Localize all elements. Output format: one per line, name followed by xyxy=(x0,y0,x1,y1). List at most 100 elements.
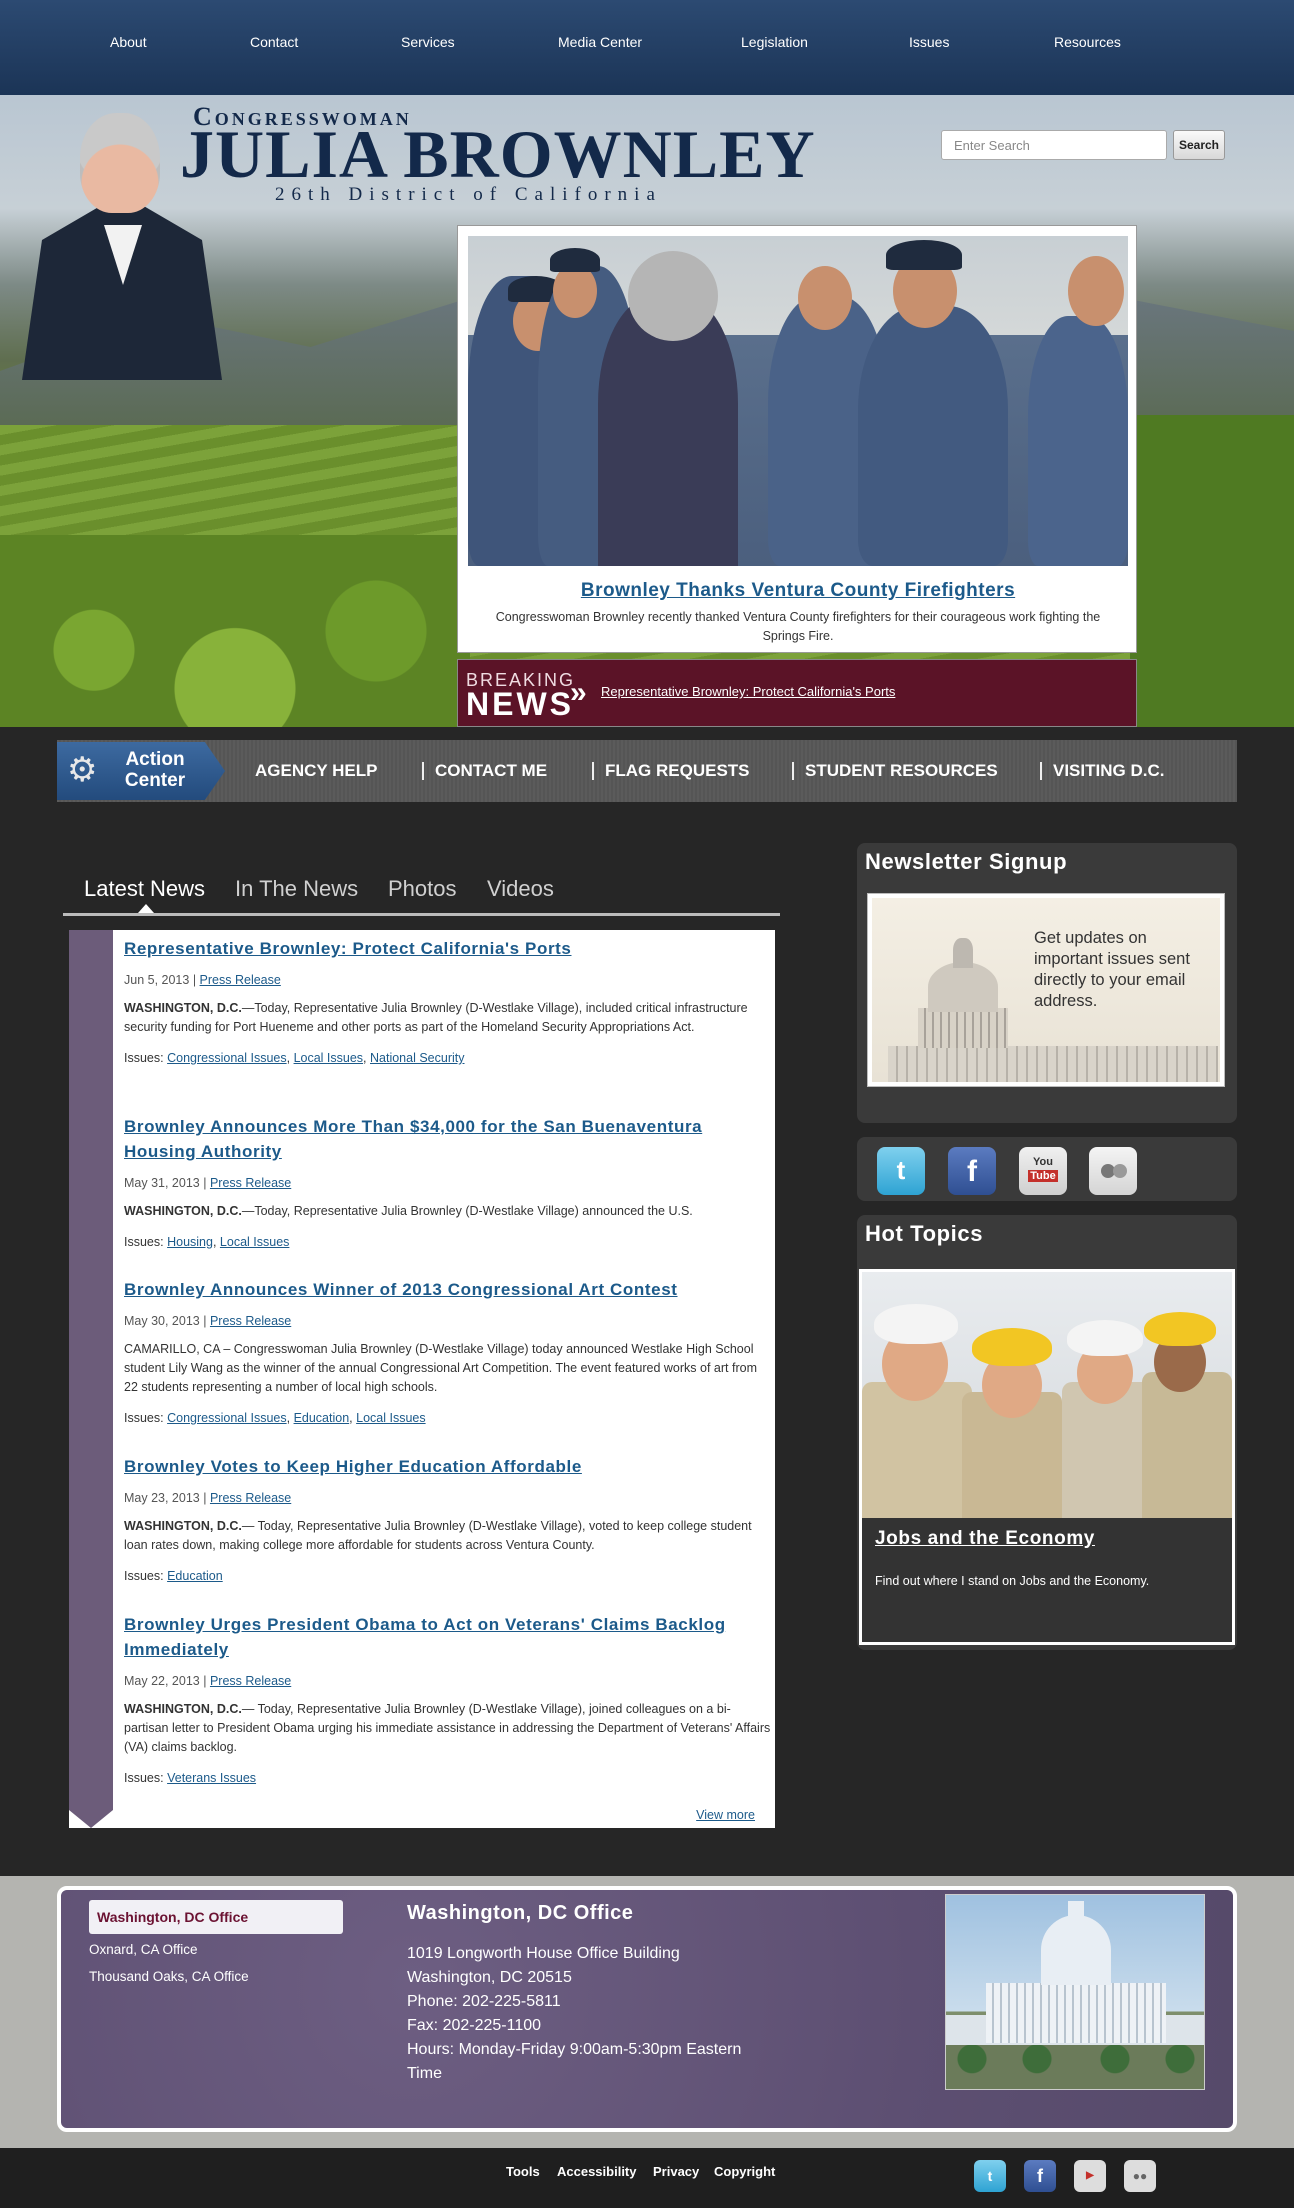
article-type-link[interactable]: Press Release xyxy=(210,1314,291,1328)
article-title[interactable]: Representative Brownley: Protect Califor… xyxy=(124,936,774,961)
issue-link[interactable]: Veterans Issues xyxy=(167,1771,256,1785)
article-date: May 30, 2013 xyxy=(124,1314,200,1328)
office-fax: Fax: 202-225-1100 xyxy=(407,2017,542,2034)
action-flag-requests[interactable]: FLAG REQUESTS xyxy=(605,761,750,781)
action-visiting-dc[interactable]: VISITING D.C. xyxy=(1053,761,1164,781)
action-center[interactable]: ⚙ Action Center xyxy=(57,742,225,800)
youtube-icon[interactable]: You Tube xyxy=(1019,1147,1067,1195)
article-type-link[interactable]: Press Release xyxy=(210,1674,291,1688)
article-lead: WASHINGTON, D.C. xyxy=(124,1702,242,1716)
footer-link-copyright[interactable]: Copyright xyxy=(714,2164,775,2179)
nav-issues[interactable]: Issues xyxy=(909,34,949,50)
issue-link[interactable]: National Security xyxy=(370,1051,465,1065)
issue-link[interactable]: Congressional Issues xyxy=(167,1051,287,1065)
nav-services[interactable]: Services xyxy=(401,34,455,50)
hot-topic-card[interactable]: Jobs and the Economy Find out where I st… xyxy=(859,1269,1235,1645)
issues-label: Issues: xyxy=(124,1411,164,1425)
list-item: Brownley Announces More Than $34,000 for… xyxy=(124,1114,774,1249)
article-lead: WASHINGTON, D.C. xyxy=(124,1519,242,1533)
social-panel: t f You Tube xyxy=(857,1137,1237,1201)
article-lead: WASHINGTON, D.C. xyxy=(124,1001,242,1015)
footer-bar: Tools Accessibility Privacy Copyright t … xyxy=(0,2148,1294,2208)
article-title[interactable]: Brownley Votes to Keep Higher Education … xyxy=(124,1454,774,1479)
office-tab-thousand-oaks[interactable]: Thousand Oaks, CA Office xyxy=(89,1969,249,1984)
issue-link[interactable]: Housing xyxy=(167,1235,213,1249)
newsletter-signup-image[interactable]: Get updates on important issues sent dir… xyxy=(867,893,1225,1087)
article-lead: WASHINGTON, D.C. xyxy=(124,1204,242,1218)
facebook-icon[interactable]: f xyxy=(1024,2160,1056,2192)
office-tab-oxnard[interactable]: Oxnard, CA Office xyxy=(89,1942,198,1957)
search-button[interactable]: Search xyxy=(1173,130,1225,160)
tab-photos[interactable]: Photos xyxy=(388,876,457,902)
article-title[interactable]: Brownley Urges President Obama to Act on… xyxy=(124,1612,764,1662)
nav-legislation[interactable]: Legislation xyxy=(741,34,808,50)
action-center-line1: Action xyxy=(125,749,185,770)
action-student-resources[interactable]: STUDENT RESOURCES xyxy=(805,761,998,781)
issue-link[interactable]: Congressional Issues xyxy=(167,1411,287,1425)
nav-resources[interactable]: Resources xyxy=(1054,34,1121,50)
issues-label: Issues: xyxy=(124,1771,164,1785)
issues-label: Issues: xyxy=(124,1235,164,1249)
office-address-line: 1019 Longworth House Office Building xyxy=(407,1945,680,1962)
view-more-link[interactable]: View more xyxy=(696,1808,755,1822)
nav-contact[interactable]: Contact xyxy=(250,34,298,50)
article-type-link[interactable]: Press Release xyxy=(200,973,281,987)
footer-link-tools[interactable]: Tools xyxy=(506,2164,540,2179)
divider xyxy=(422,762,424,780)
issue-link[interactable]: Local Issues xyxy=(220,1235,289,1249)
header-district: 26th District of California xyxy=(275,184,662,205)
article-date: May 31, 2013 xyxy=(124,1176,200,1190)
list-item: Brownley Votes to Keep Higher Education … xyxy=(124,1454,774,1583)
list-item: Representative Brownley: Protect Califor… xyxy=(124,936,774,1065)
article-title[interactable]: Brownley Announces Winner of 2013 Congre… xyxy=(124,1277,774,1302)
capitol-dome-icon xyxy=(888,938,1218,1082)
issues-label: Issues: xyxy=(124,1569,164,1583)
action-center-line2: Center xyxy=(124,770,186,791)
issue-link[interactable]: Education xyxy=(294,1411,350,1425)
breaking-news-link[interactable]: Representative Brownley: Protect Califor… xyxy=(601,684,895,699)
article-type-link[interactable]: Press Release xyxy=(210,1491,291,1505)
action-contact-me[interactable]: CONTACT ME xyxy=(435,761,547,781)
office-tab-washington[interactable]: Washington, DC Office xyxy=(89,1900,343,1934)
footer-link-privacy[interactable]: Privacy xyxy=(653,2164,699,2179)
office-hours: Hours: Monday-Friday 9:00am-5:30pm Easte… xyxy=(407,2041,742,2082)
article-body: —Today, Representative Julia Brownley (D… xyxy=(241,1204,693,1218)
double-chevron-icon: » xyxy=(570,676,587,709)
nav-media-center[interactable]: Media Center xyxy=(558,34,642,50)
news-ribbon xyxy=(69,930,113,1828)
office-heading: Washington, DC Office xyxy=(407,1902,634,1924)
flickr-icon[interactable] xyxy=(1089,1147,1137,1195)
hot-topic-title[interactable]: Jobs and the Economy xyxy=(875,1528,1095,1550)
breaking-news: BREAKING NEWS » Representative Brownley:… xyxy=(457,659,1137,727)
active-tab-pointer xyxy=(138,904,154,913)
search-input[interactable] xyxy=(941,130,1167,160)
issue-link[interactable]: Education xyxy=(167,1569,223,1583)
flickr-icon[interactable]: ●● xyxy=(1124,2160,1156,2192)
news-tabs: Latest News In The News Photos Videos xyxy=(63,868,780,916)
youtube-icon[interactable]: ▶ xyxy=(1074,2160,1106,2192)
tab-latest-news[interactable]: Latest News xyxy=(84,876,205,902)
issue-link[interactable]: Local Issues xyxy=(294,1051,363,1065)
issue-link[interactable]: Local Issues xyxy=(356,1411,425,1425)
article-type-link[interactable]: Press Release xyxy=(210,1176,291,1190)
office-phone: Phone: 202-225-5811 xyxy=(407,1993,561,2010)
office-address-line: Washington, DC 20515 xyxy=(407,1969,572,1986)
article-title[interactable]: Brownley Announces More Than $34,000 for… xyxy=(124,1114,744,1164)
twitter-icon[interactable]: t xyxy=(974,2160,1006,2192)
tab-in-the-news[interactable]: In The News xyxy=(235,876,358,902)
newsletter-title: Newsletter Signup xyxy=(865,849,1068,874)
news-label: NEWS xyxy=(466,686,574,722)
nav-about[interactable]: About xyxy=(110,34,147,50)
twitter-icon[interactable]: t xyxy=(877,1147,925,1195)
tab-videos[interactable]: Videos xyxy=(487,876,554,902)
action-agency-help[interactable]: AGENCY HELP xyxy=(255,761,378,781)
hot-topics-panel: Hot Topics Jobs and the Economy Find out… xyxy=(857,1215,1237,1650)
facebook-icon[interactable]: f xyxy=(948,1147,996,1195)
header-title-name[interactable]: JULIA BROWNLEY xyxy=(180,118,816,190)
footer-link-accessibility[interactable]: Accessibility xyxy=(557,2164,637,2179)
office-section: Washington, DC Office Oxnard, CA Office … xyxy=(0,1876,1294,2148)
firefighters-photo[interactable] xyxy=(468,236,1128,566)
divider xyxy=(592,762,594,780)
slide-title-link[interactable]: Brownley Thanks Ventura County Firefight… xyxy=(581,580,1015,601)
article-body: CAMARILLO, CA – Congresswoman Julia Brow… xyxy=(124,1342,757,1394)
